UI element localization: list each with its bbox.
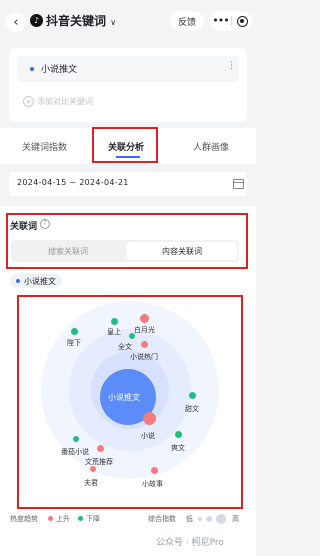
- series-dot-icon: [16, 279, 20, 283]
- series-dot-icon: [30, 67, 34, 71]
- size-scale-large-icon: [216, 514, 226, 524]
- feedback-button[interactable]: 反馈: [170, 11, 204, 31]
- more-button[interactable]: •••: [210, 11, 231, 31]
- highlight-box-tab: [92, 127, 158, 163]
- up-dot-icon: [48, 516, 53, 521]
- highlight-box-chart: [17, 295, 243, 509]
- legend-down-label: 下降: [86, 515, 100, 523]
- target-icon: [236, 15, 248, 27]
- chart-legend: 热度趋势 上升 下降 综合指数 低 高: [10, 514, 250, 526]
- chevron-down-icon: ∨: [110, 18, 117, 27]
- keyword-row[interactable]: 小说推文 ⋮: [17, 56, 239, 82]
- page-title-text: 抖音关键词: [46, 14, 107, 28]
- page-title[interactable]: 抖音关键词 ∨: [46, 12, 116, 29]
- tab-audience-profile[interactable]: 人群画像: [193, 140, 229, 153]
- down-dot-icon: [78, 516, 83, 521]
- keyword-more-button[interactable]: ⋮: [227, 61, 236, 71]
- add-circle-icon[interactable]: +: [23, 96, 34, 107]
- legend-trend-label: 热度趋势: [10, 515, 38, 523]
- close-miniprogram-button[interactable]: [232, 15, 252, 27]
- legend-low-label: 低: [186, 515, 193, 523]
- keyword-text: 小说推文: [41, 65, 78, 75]
- legend-up-label: 上升: [56, 515, 70, 523]
- highlight-box-related: [6, 213, 248, 269]
- date-range-text: 2024-04-15 ~ 2024-04-21: [17, 178, 129, 187]
- tab-keyword-index[interactable]: 关键词指数: [22, 140, 67, 153]
- chevron-left-icon: ‹: [13, 14, 19, 30]
- miniprogram-capsule: •••: [210, 11, 252, 31]
- tiktok-logo-icon: ♪: [30, 14, 43, 27]
- watermark: 公众号 · 柯尼Pro: [156, 538, 224, 548]
- date-range-picker[interactable]: 2024-04-15 ~ 2024-04-21: [9, 172, 247, 196]
- legend-high-label: 高: [232, 515, 239, 523]
- size-scale-small-icon: [198, 517, 202, 521]
- legend-index-label: 综合指数: [148, 515, 176, 523]
- back-button[interactable]: ‹: [6, 12, 26, 32]
- chip-label: 小说推文: [24, 276, 56, 286]
- calendar-icon: [233, 179, 244, 189]
- keyword-chip[interactable]: 小说推文: [10, 274, 62, 288]
- add-compare-keyword-button[interactable]: 添加对比关键词: [37, 96, 93, 107]
- size-scale-medium-icon: [206, 516, 212, 522]
- keyword-card: 小说推文 ⋮ + 添加对比关键词: [9, 48, 247, 122]
